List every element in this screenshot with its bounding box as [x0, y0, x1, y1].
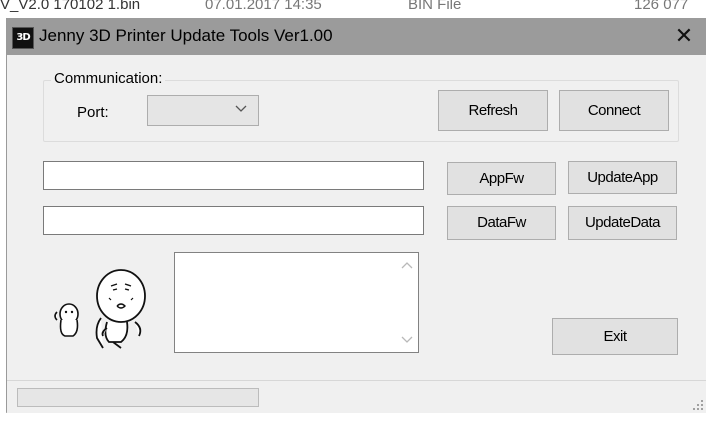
log-textarea[interactable] — [174, 252, 419, 353]
updatedata-button[interactable]: UpdateData — [568, 206, 677, 240]
refresh-button[interactable]: Refresh — [438, 90, 548, 131]
scroll-down-icon[interactable] — [400, 334, 414, 346]
updateapp-button[interactable]: UpdateApp — [568, 161, 677, 194]
mascot-icon — [54, 269, 146, 349]
scroll-up-icon[interactable] — [400, 259, 414, 271]
datafw-button[interactable]: DataFw — [447, 206, 556, 240]
window-title: Jenny 3D Printer Update Tools Ver1.00 — [39, 26, 333, 45]
chevron-down-icon — [235, 105, 247, 112]
datafw-button-label: DataFw — [477, 214, 526, 231]
appfw-button-label: AppFw — [479, 170, 524, 187]
app-firmware-path-input[interactable] — [43, 161, 424, 190]
data-firmware-path-input[interactable] — [43, 206, 424, 235]
title-bar[interactable]: 3D Jenny 3D Printer Update Tools Ver1.00… — [7, 18, 706, 55]
update-tool-window: 3D Jenny 3D Printer Update Tools Ver1.00… — [6, 18, 706, 413]
refresh-button-label: Refresh — [468, 102, 518, 119]
exit-button-label: Exit — [603, 328, 627, 345]
appfw-button[interactable]: AppFw — [447, 162, 556, 195]
close-icon[interactable]: ✕ — [662, 18, 706, 55]
connect-button[interactable]: Connect — [559, 90, 669, 131]
size-grip-icon[interactable] — [692, 399, 704, 411]
port-label: Port: — [77, 104, 109, 121]
updatedata-button-label: UpdateData — [584, 214, 661, 231]
background-file-name: V_V2.0 170102 1.bin — [0, 0, 141, 13]
background-file-date: 07.01.2017 14:35 — [205, 0, 322, 13]
exit-button[interactable]: Exit — [552, 318, 678, 355]
background-file-size: 126 077 — [634, 0, 689, 13]
background-file-type: BIN File — [408, 0, 462, 13]
background-file-row: V_V2.0 170102 1.bin 07.01.2017 14:35 BIN… — [0, 0, 706, 18]
communication-group-label: Communication: — [51, 70, 166, 87]
updateapp-button-label: UpdateApp — [587, 169, 658, 186]
app-icon: 3D — [12, 27, 34, 49]
status-bar — [7, 380, 706, 413]
progress-bar — [17, 388, 259, 407]
connect-button-label: Connect — [587, 102, 641, 119]
port-select[interactable] — [147, 95, 259, 126]
